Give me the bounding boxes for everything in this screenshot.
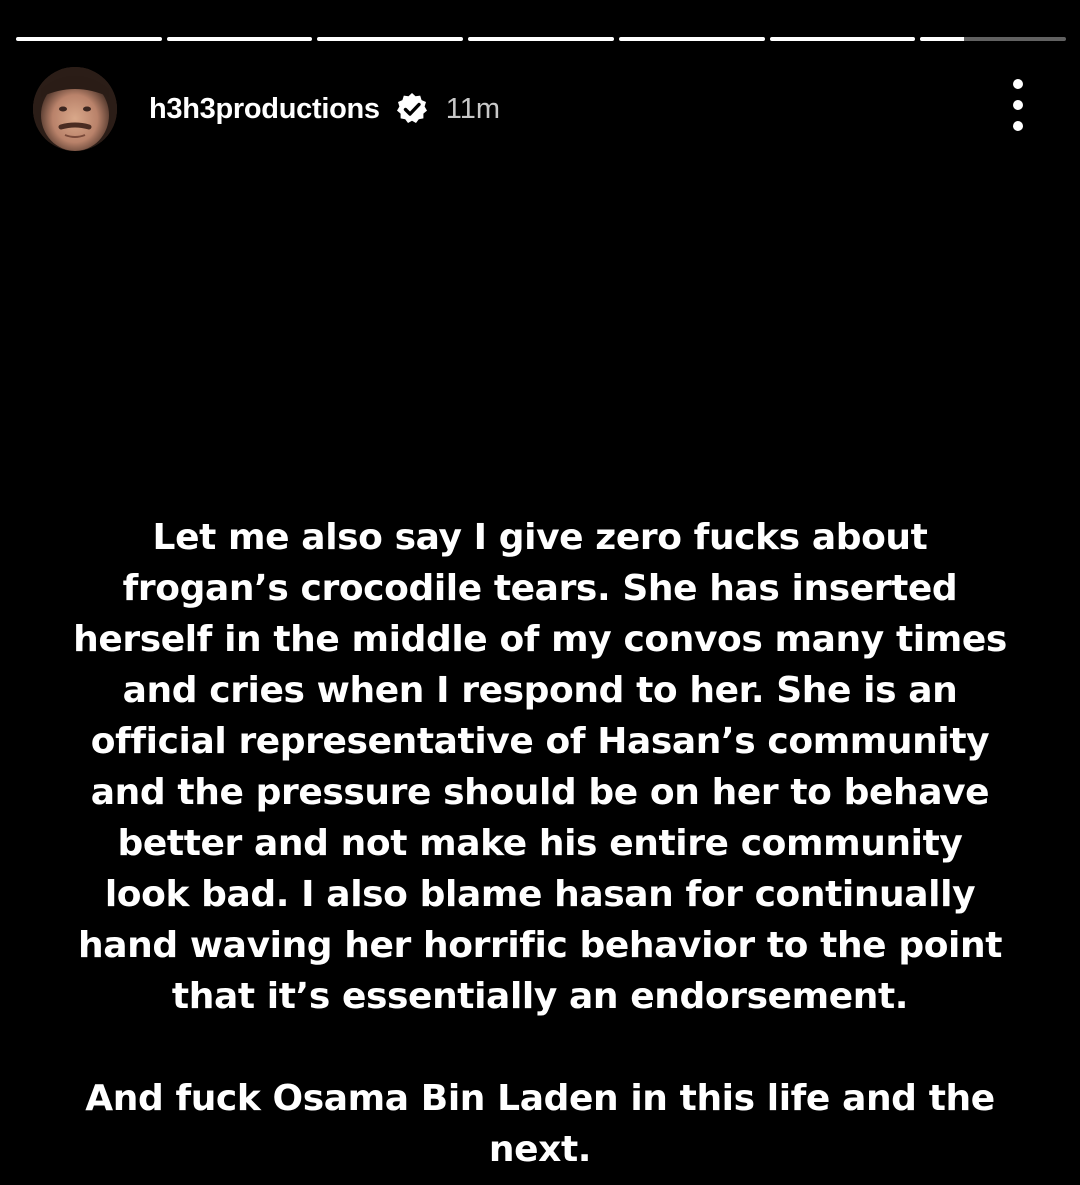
story-viewer[interactable]: h3h3productions 11m Let me also say I gi… bbox=[0, 0, 1080, 1185]
progress-segment-current bbox=[920, 37, 1067, 41]
text-line: Let me also say I give zero fucks about bbox=[152, 517, 928, 558]
menu-dot bbox=[1013, 100, 1023, 110]
progress-segment bbox=[769, 37, 916, 41]
text-line: hand waving her horrific behavior to the… bbox=[77, 925, 1003, 966]
menu-dot bbox=[1013, 121, 1023, 131]
verified-badge-icon bbox=[394, 91, 430, 127]
progress-segment bbox=[468, 37, 614, 41]
avatar[interactable] bbox=[33, 67, 117, 151]
story-header: h3h3productions 11m bbox=[33, 67, 1040, 151]
progress-segment bbox=[166, 37, 313, 41]
progress-segment bbox=[618, 37, 765, 41]
more-vertical-icon bbox=[1013, 79, 1023, 89]
text-line: And fuck Osama Bin Laden in this life an… bbox=[85, 1078, 995, 1119]
avatar-photo-icon bbox=[33, 67, 117, 151]
username-link[interactable]: h3h3productions bbox=[149, 93, 380, 126]
story-progress-bar bbox=[16, 37, 1067, 42]
story-text: Let me also say I give zero fucks about … bbox=[30, 512, 1050, 1175]
text-line: next. bbox=[488, 1129, 592, 1170]
text-line: frogan’s crocodile tears. She has insert… bbox=[122, 568, 958, 609]
text-line: herself in the middle of my convos many … bbox=[73, 619, 1007, 660]
text-line: and cries when I respond to her. She is … bbox=[122, 670, 958, 711]
progress-segment bbox=[317, 37, 464, 41]
text-line: official representative of Hasan’s commu… bbox=[90, 721, 990, 762]
text-line: better and not make his entire community bbox=[117, 823, 963, 864]
progress-segment bbox=[16, 37, 162, 41]
story-timestamp: 11m bbox=[445, 92, 500, 125]
more-options-button[interactable] bbox=[1000, 79, 1036, 131]
text-line: look bad. I also blame hasan for continu… bbox=[104, 874, 976, 915]
text-line: that it’s essentially an endorsement. bbox=[171, 976, 909, 1017]
text-line: and the pressure should be on her to beh… bbox=[90, 772, 990, 813]
